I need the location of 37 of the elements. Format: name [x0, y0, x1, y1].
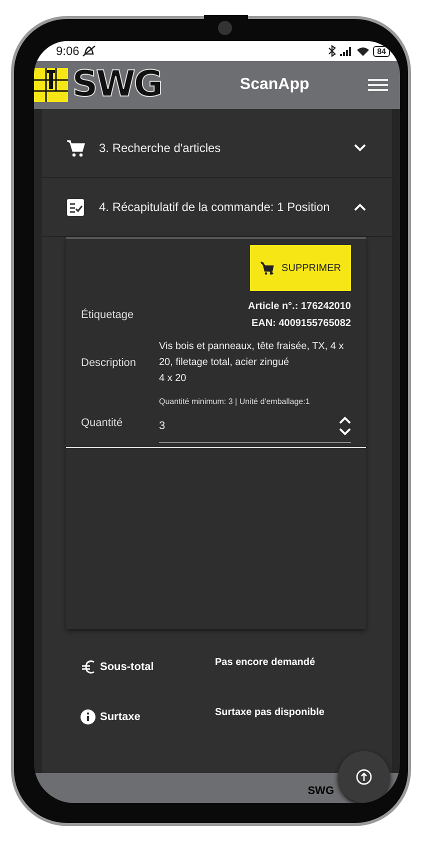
delete-button[interactable]: SUPPRIMER	[250, 245, 351, 291]
chevron-down-icon[interactable]	[339, 428, 351, 436]
chevron-down-icon[interactable]	[354, 144, 366, 152]
signal-icon	[339, 46, 354, 56]
status-time: 9:06	[56, 44, 80, 58]
article-code: EAN: 4009155765082	[251, 318, 351, 329]
total-value: Surtaxe pas disponible	[215, 706, 324, 718]
logo-text: SWG	[72, 65, 162, 105]
info-icon	[80, 709, 96, 725]
quantity-input[interactable]: 3	[159, 420, 339, 432]
chevron-up-icon[interactable]	[354, 203, 366, 211]
article-code: Article n°.: 176242010	[248, 301, 351, 312]
app-title: ScanApp	[238, 76, 310, 94]
chevron-up-icon[interactable]	[339, 416, 351, 424]
muted-notification-icon	[82, 45, 96, 57]
wifi-icon	[356, 46, 370, 56]
logo-emblem-icon	[34, 68, 68, 102]
camera-dot	[218, 21, 232, 35]
total-label: Sous-total	[100, 661, 154, 673]
description-text: Vis bois et panneaux, tête fraisée, TX, 4 x 20, filetage total, acier zingué	[159, 340, 345, 370]
footer-brand: SWG	[308, 785, 334, 797]
total-label: Surtaxe	[100, 711, 140, 723]
quantity-hint: Quantité minimum: 3 | Unité d'emballage:1	[159, 397, 311, 406]
cart-icon	[66, 138, 85, 158]
bluetooth-icon	[328, 45, 336, 57]
checklist-icon	[66, 198, 85, 216]
field-label: Description	[81, 357, 138, 369]
section-title: 3. Recherche d'articles	[99, 141, 222, 155]
euro-icon	[80, 659, 96, 675]
field-label: Étiquetage	[81, 309, 135, 321]
total-value: Pas encore demandé	[215, 656, 316, 668]
description-text: 4 x 20	[159, 372, 188, 386]
section-title: 4. Récapitulatif de la commande: 1 Position	[99, 200, 331, 214]
arrow-up-circle-icon	[356, 769, 372, 785]
field-label: Quantité	[81, 417, 124, 429]
menu-icon[interactable]	[368, 78, 388, 92]
battery-indicator: 84	[373, 46, 390, 56]
